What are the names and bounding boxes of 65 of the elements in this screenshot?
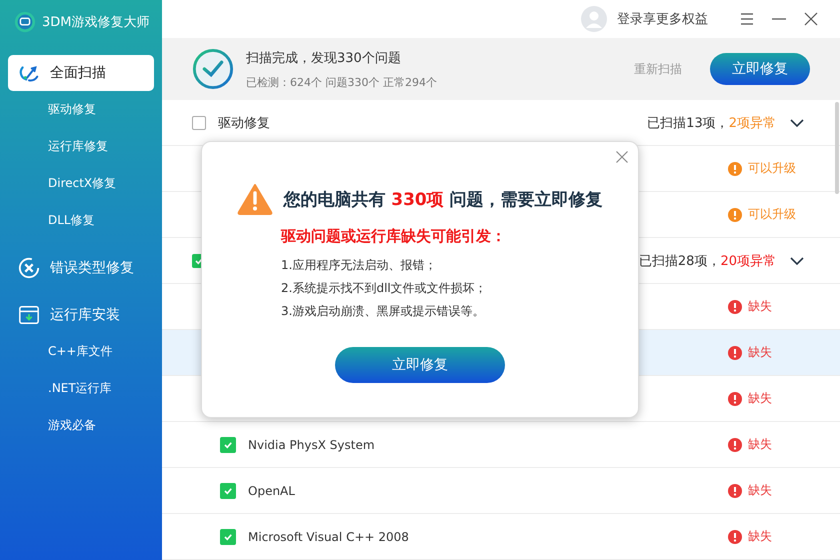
sidebar-item[interactable]: C++库文件	[0, 333, 162, 370]
checkbox[interactable]	[192, 116, 206, 130]
scan-count: 已扫描28项，	[638, 252, 720, 270]
status-label: 缺失	[748, 344, 772, 361]
exclamation-icon	[728, 484, 742, 498]
fix-now-button[interactable]: 立即修复	[710, 53, 810, 86]
status-label: 缺失	[748, 436, 772, 453]
checkbox[interactable]	[220, 482, 236, 498]
close-icon[interactable]	[804, 12, 818, 26]
component-name: Nvidia PhysX System	[248, 438, 375, 452]
problem-list-item: 1.应用程序无法启动、报错；	[281, 257, 438, 274]
exclamation-icon	[728, 208, 742, 222]
dialog-subheading: 驱动问题或运行库缺失可能引发：	[281, 227, 506, 246]
exclamation-icon	[728, 300, 742, 314]
minimize-icon[interactable]	[772, 18, 786, 20]
sidebar-item[interactable]: 全面扫描	[8, 55, 154, 91]
status-label: 缺失	[748, 390, 772, 407]
sidebar-item[interactable]: DLL修复	[0, 202, 162, 239]
issue-count: 20项异常	[720, 252, 776, 270]
check-circle-icon	[192, 48, 234, 90]
app-logo-icon	[14, 11, 36, 33]
dialog-headline: 您的电脑共有 330项 问题，需要立即修复	[283, 188, 603, 210]
app-title: 3DM游戏修复大师	[42, 14, 150, 31]
issue-count: 2项异常	[728, 114, 776, 132]
sidebar-item[interactable]: 驱动修复	[0, 91, 162, 128]
problem-list-item: 2.系统提示找不到dll文件或文件损坏；	[281, 280, 488, 297]
status-label: 缺失	[748, 482, 772, 499]
exclamation-icon	[728, 346, 742, 360]
sidebar-item[interactable]: 运行库安装	[8, 297, 154, 333]
login-link[interactable]: 登录享更多权益	[617, 10, 708, 28]
status-label: 缺失	[748, 528, 772, 545]
checkbox[interactable]	[220, 436, 236, 452]
component-name: Microsoft Visual C++ 2008	[248, 530, 409, 544]
scan-result-detail: 已检测：624个 问题330个 正常294个	[246, 74, 438, 90]
chevron-down-icon[interactable]	[790, 256, 804, 264]
scan-count: 已扫描13项，	[647, 114, 729, 132]
status-label: 可以升级	[748, 206, 796, 223]
problem-list-item: 3.游戏启动崩溃、黑屏或提示错误等。	[281, 303, 486, 320]
scrollbar[interactable]	[835, 102, 839, 194]
group-title: 驱动修复	[218, 114, 270, 132]
rescan-button[interactable]: 重新扫描	[628, 60, 688, 79]
fix-now-button[interactable]: 立即修复	[335, 347, 505, 383]
status-label: 缺失	[748, 298, 772, 315]
menu-icon[interactable]	[740, 12, 754, 26]
x-circle-icon	[18, 257, 40, 279]
status-label: 可以升级	[748, 160, 796, 177]
sidebar-item[interactable]: DirectX修复	[0, 165, 162, 202]
check-icon	[223, 486, 233, 496]
exclamation-icon	[728, 438, 742, 452]
sidebar-item[interactable]: 错误类型修复	[8, 250, 154, 286]
check-icon	[223, 532, 233, 542]
download-window-icon	[18, 304, 40, 326]
exclamation-icon	[728, 162, 742, 176]
sidebar-item[interactable]: .NET运行库	[0, 370, 162, 407]
checkbox[interactable]	[220, 528, 236, 544]
close-icon[interactable]	[616, 151, 628, 163]
sidebar-item[interactable]: 运行库修复	[0, 128, 162, 165]
scan-result-title: 扫描完成，发现330个问题	[246, 50, 402, 67]
exclamation-icon	[728, 530, 742, 544]
check-icon	[223, 440, 233, 450]
chevron-down-icon[interactable]	[790, 118, 804, 126]
sidebar-item[interactable]: 游戏必备	[0, 407, 162, 444]
exclamation-icon	[728, 392, 742, 406]
component-name: OpenAL	[248, 484, 295, 498]
warning-icon	[237, 183, 274, 215]
